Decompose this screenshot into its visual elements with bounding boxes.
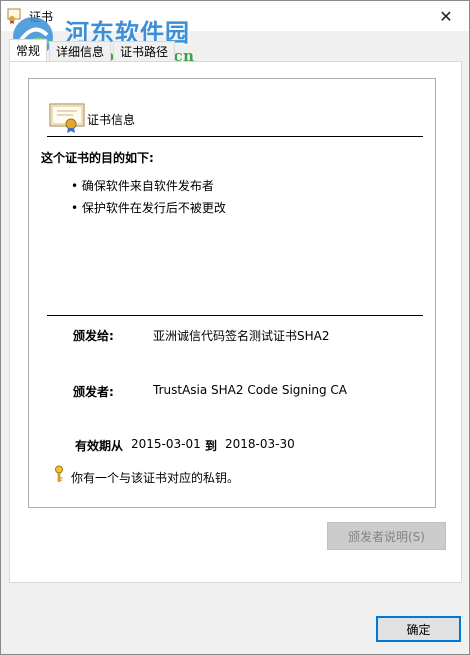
- purpose-heading: 这个证书的目的如下:: [41, 151, 154, 165]
- private-key-note: 你有一个与该证书对应的私钥。: [71, 471, 240, 485]
- issuer-statement-button[interactable]: 颁发者说明(S): [327, 522, 446, 550]
- tab-strip: 常规 详细信息 证书路径: [9, 39, 177, 62]
- tab-general[interactable]: 常规: [9, 39, 48, 62]
- issued-by-label: 颁发者:: [73, 385, 114, 399]
- certificate-dialog: 证书 ✕ 河东软件园 www.pc0359.cn 常规 详细信息 证书路径: [0, 0, 470, 655]
- issued-to-label: 颁发给:: [73, 329, 114, 343]
- purpose-divider: [47, 315, 423, 316]
- certificate-info-icon: [49, 103, 85, 133]
- close-button[interactable]: ✕: [423, 1, 469, 31]
- issued-to-value[interactable]: 亚洲诚信代码签名测试证书SHA2: [153, 327, 330, 344]
- key-icon: [55, 465, 63, 482]
- purpose-item: • 确保软件来自软件发布者: [71, 179, 214, 193]
- ok-button[interactable]: 确定: [376, 616, 461, 642]
- close-icon: ✕: [439, 6, 453, 26]
- certificate-info-box: 证书信息 这个证书的目的如下: • 确保软件来自软件发布者 • 保护软件在发行后…: [28, 78, 436, 508]
- valid-from-date: 2015-03-01: [131, 437, 201, 451]
- title-divider: [47, 136, 423, 137]
- tab-details[interactable]: 详细信息: [49, 41, 112, 62]
- certificate-icon: [7, 8, 21, 24]
- validity-to-label: 到: [205, 439, 218, 453]
- window-title: 证书: [29, 10, 54, 24]
- purpose-item: • 保护软件在发行后不被更改: [71, 201, 226, 215]
- section-title: 证书信息: [87, 113, 136, 127]
- validity-from-label: 有效期从: [75, 439, 124, 453]
- valid-to-date: 2018-03-30: [225, 437, 295, 451]
- general-tab-panel: 证书信息 这个证书的目的如下: • 确保软件来自软件发布者 • 保护软件在发行后…: [9, 61, 462, 583]
- issued-by-value[interactable]: TrustAsia SHA2 Code Signing CA: [153, 383, 347, 397]
- title-bar[interactable]: 证书 ✕: [1, 1, 469, 31]
- tab-certification-path[interactable]: 证书路径: [113, 41, 176, 62]
